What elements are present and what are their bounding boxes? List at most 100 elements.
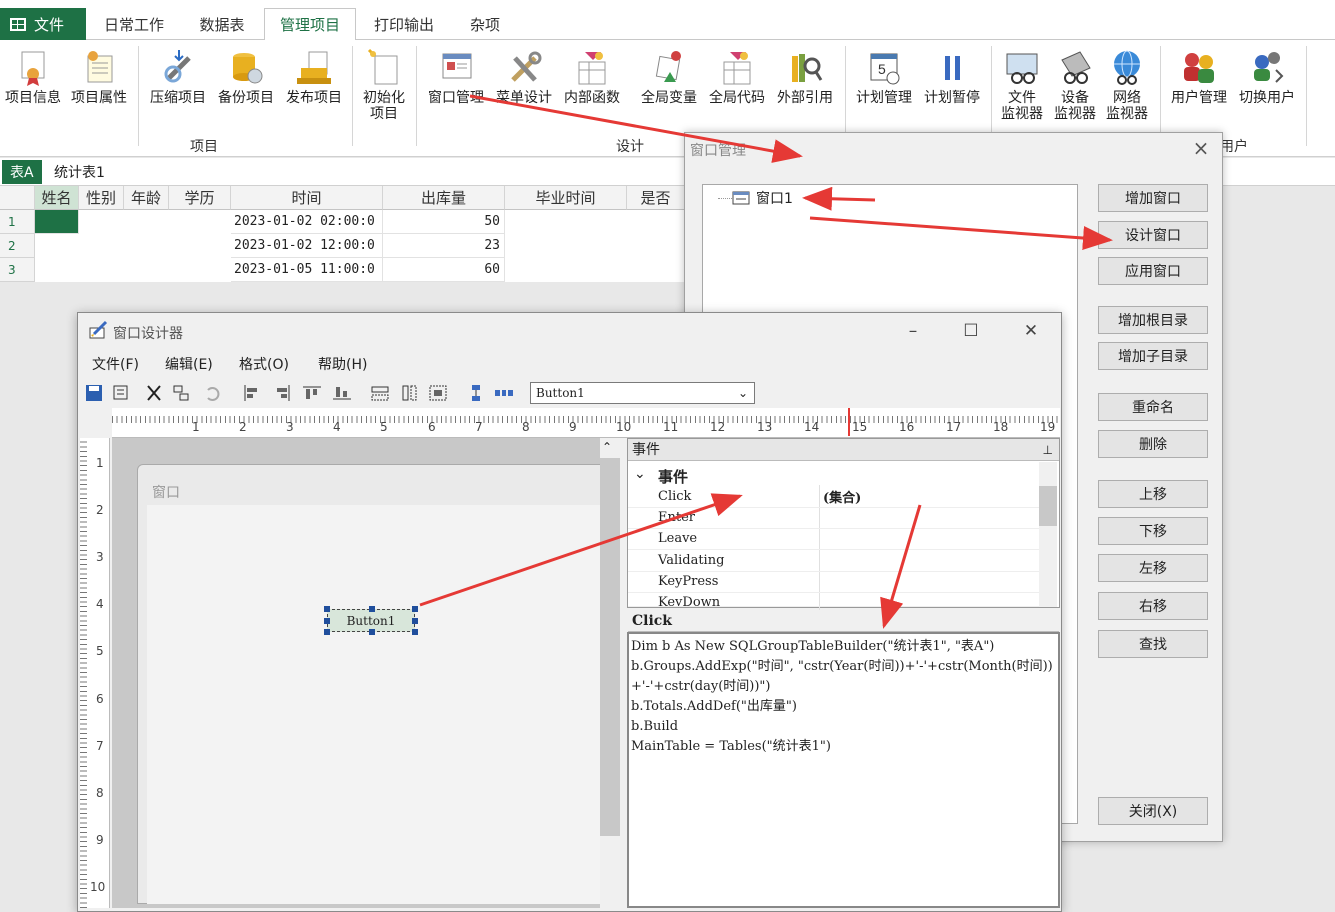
form-body[interactable] — [147, 505, 600, 904]
resize-handle[interactable] — [324, 606, 330, 612]
internal-function-button[interactable]: 内部函数 — [560, 48, 624, 106]
publish-project-button[interactable]: 发布项目 — [282, 48, 346, 106]
apply-window-button[interactable]: 应用窗口 — [1098, 257, 1208, 285]
row-number[interactable]: 2 — [0, 234, 35, 258]
tab-daily-work[interactable]: 日常工作 — [90, 8, 178, 40]
scrollbar-thumb[interactable] — [1039, 486, 1057, 526]
column-header[interactable]: 毕业时间 — [505, 186, 627, 210]
align-left-icon[interactable] — [242, 384, 262, 402]
tab-data-table[interactable]: 数据表 — [180, 8, 264, 40]
move-down-button[interactable]: 下移 — [1098, 517, 1208, 545]
column-header[interactable]: 姓名 — [35, 186, 79, 210]
init-project-button[interactable]: 初始化 项目 — [358, 48, 410, 122]
designed-button[interactable]: Button1 — [324, 606, 418, 635]
device-monitor-button[interactable]: 设备 监视器 — [1049, 48, 1101, 122]
move-left-button[interactable]: 左移 — [1098, 554, 1208, 582]
events-scrollbar[interactable] — [1039, 462, 1057, 607]
selected-cell[interactable] — [35, 210, 79, 234]
switch-user-button[interactable]: 切换用户 — [1234, 48, 1300, 106]
table-cell[interactable]: 2023-01-05 11:00:0 — [231, 258, 383, 282]
network-monitor-button[interactable]: 网络 监视器 — [1101, 48, 1153, 122]
save-all-icon[interactable] — [112, 384, 132, 402]
event-row[interactable]: Validating — [628, 551, 1039, 572]
undo-icon[interactable] — [202, 384, 222, 402]
event-row[interactable]: Click (集合) — [628, 487, 1039, 508]
move-up-button[interactable]: 上移 — [1098, 480, 1208, 508]
table-cell[interactable]: 23 — [383, 234, 505, 258]
tab-manage-project[interactable]: 管理项目 — [264, 8, 356, 41]
code-editor[interactable]: Dim b As New SQLGroupTableBuilder("统计表1"… — [627, 632, 1060, 908]
table-cell[interactable]: 60 — [383, 258, 505, 282]
scrollbar-thumb[interactable] — [600, 458, 620, 836]
add-child-button[interactable]: 增加子目录 — [1098, 342, 1208, 370]
column-header[interactable]: 年龄 — [124, 186, 169, 210]
column-header[interactable]: 时间 — [231, 186, 383, 210]
tree-item-window1[interactable]: 窗口1 — [756, 188, 793, 208]
same-width-icon[interactable] — [370, 384, 390, 402]
minimize-icon[interactable]: – — [898, 320, 928, 342]
save-icon[interactable] — [84, 384, 104, 402]
scroll-up-icon[interactable]: ⌃ — [602, 440, 612, 454]
align-right-icon[interactable] — [272, 384, 292, 402]
column-header[interactable]: 出库量 — [383, 186, 505, 210]
horizontal-spacing-icon[interactable] — [494, 384, 514, 402]
pin-icon[interactable]: ⊥ — [1043, 439, 1053, 461]
project-info-button[interactable]: 项目信息 — [2, 48, 64, 106]
menu-file[interactable]: 文件(F) — [92, 354, 139, 374]
menu-design-button[interactable]: 菜单设计 — [492, 48, 556, 106]
collapse-icon[interactable]: ⌄ — [634, 466, 646, 482]
tab-order-icon[interactable] — [172, 384, 192, 402]
same-height-icon[interactable] — [400, 384, 420, 402]
user-manage-button[interactable]: 用户管理 — [1166, 48, 1232, 106]
tab-print-output[interactable]: 打印输出 — [358, 8, 450, 40]
global-var-button[interactable]: 全局变量 — [637, 48, 701, 106]
close-button[interactable]: 关闭(X) — [1098, 797, 1208, 825]
sheet-tab-a[interactable]: 表A — [2, 160, 42, 184]
align-top-icon[interactable] — [302, 384, 322, 402]
vertical-spacing-icon[interactable] — [466, 384, 486, 402]
design-window-button[interactable]: 设计窗口 — [1098, 221, 1208, 249]
event-row[interactable]: KeyPress — [628, 572, 1039, 593]
table-cell[interactable]: 50 — [383, 210, 505, 234]
resize-handle[interactable] — [324, 618, 330, 624]
schedule-manage-button[interactable]: 5 计划管理 — [852, 48, 916, 106]
resize-handle[interactable] — [369, 606, 375, 612]
project-props-button[interactable]: 项目属性 — [68, 48, 130, 106]
global-code-button[interactable]: 全局代码 — [705, 48, 769, 106]
resize-handle[interactable] — [369, 629, 375, 635]
control-selector[interactable]: Button1 ⌄ — [530, 382, 755, 404]
event-row[interactable]: Enter — [628, 508, 1039, 529]
close-icon[interactable]: × — [1191, 138, 1211, 158]
table-cell[interactable]: 2023-01-02 02:00:0 — [231, 210, 383, 234]
add-window-button[interactable]: 增加窗口 — [1098, 184, 1208, 212]
resize-handle[interactable] — [412, 618, 418, 624]
rename-button[interactable]: 重命名 — [1098, 393, 1208, 421]
resize-handle[interactable] — [412, 606, 418, 612]
add-root-button[interactable]: 增加根目录 — [1098, 306, 1208, 334]
find-button[interactable]: 查找 — [1098, 630, 1208, 658]
move-right-button[interactable]: 右移 — [1098, 592, 1208, 620]
event-row[interactable]: Leave — [628, 529, 1039, 550]
delete-icon[interactable] — [144, 384, 164, 402]
resize-handle[interactable] — [324, 629, 330, 635]
backup-project-button[interactable]: 备份项目 — [214, 48, 278, 106]
column-header[interactable]: 性别 — [79, 186, 124, 210]
menu-help[interactable]: 帮助(H) — [318, 354, 367, 374]
column-header[interactable]: 学历 — [169, 186, 231, 210]
resize-handle[interactable] — [412, 629, 418, 635]
align-bottom-icon[interactable] — [332, 384, 352, 402]
row-number[interactable]: 1 — [0, 210, 35, 234]
table-cell[interactable]: 2023-01-02 12:00:0 — [231, 234, 383, 258]
compress-project-button[interactable]: 压缩项目 — [146, 48, 210, 106]
window-manage-button[interactable]: 窗口管理 — [424, 48, 488, 106]
column-header[interactable]: 是否 — [627, 186, 685, 210]
file-monitor-button[interactable]: 文件 监视器 — [996, 48, 1048, 122]
menu-format[interactable]: 格式(O) — [239, 354, 289, 374]
row-number[interactable]: 3 — [0, 258, 35, 282]
delete-button[interactable]: 删除 — [1098, 430, 1208, 458]
schedule-pause-button[interactable]: 计划暂停 — [920, 48, 984, 106]
tab-misc[interactable]: 杂项 — [452, 8, 518, 40]
event-row[interactable]: KeyDown — [628, 593, 1039, 607]
menu-edit[interactable]: 编辑(E) — [165, 354, 213, 374]
file-tab[interactable]: 文件 — [0, 8, 86, 40]
